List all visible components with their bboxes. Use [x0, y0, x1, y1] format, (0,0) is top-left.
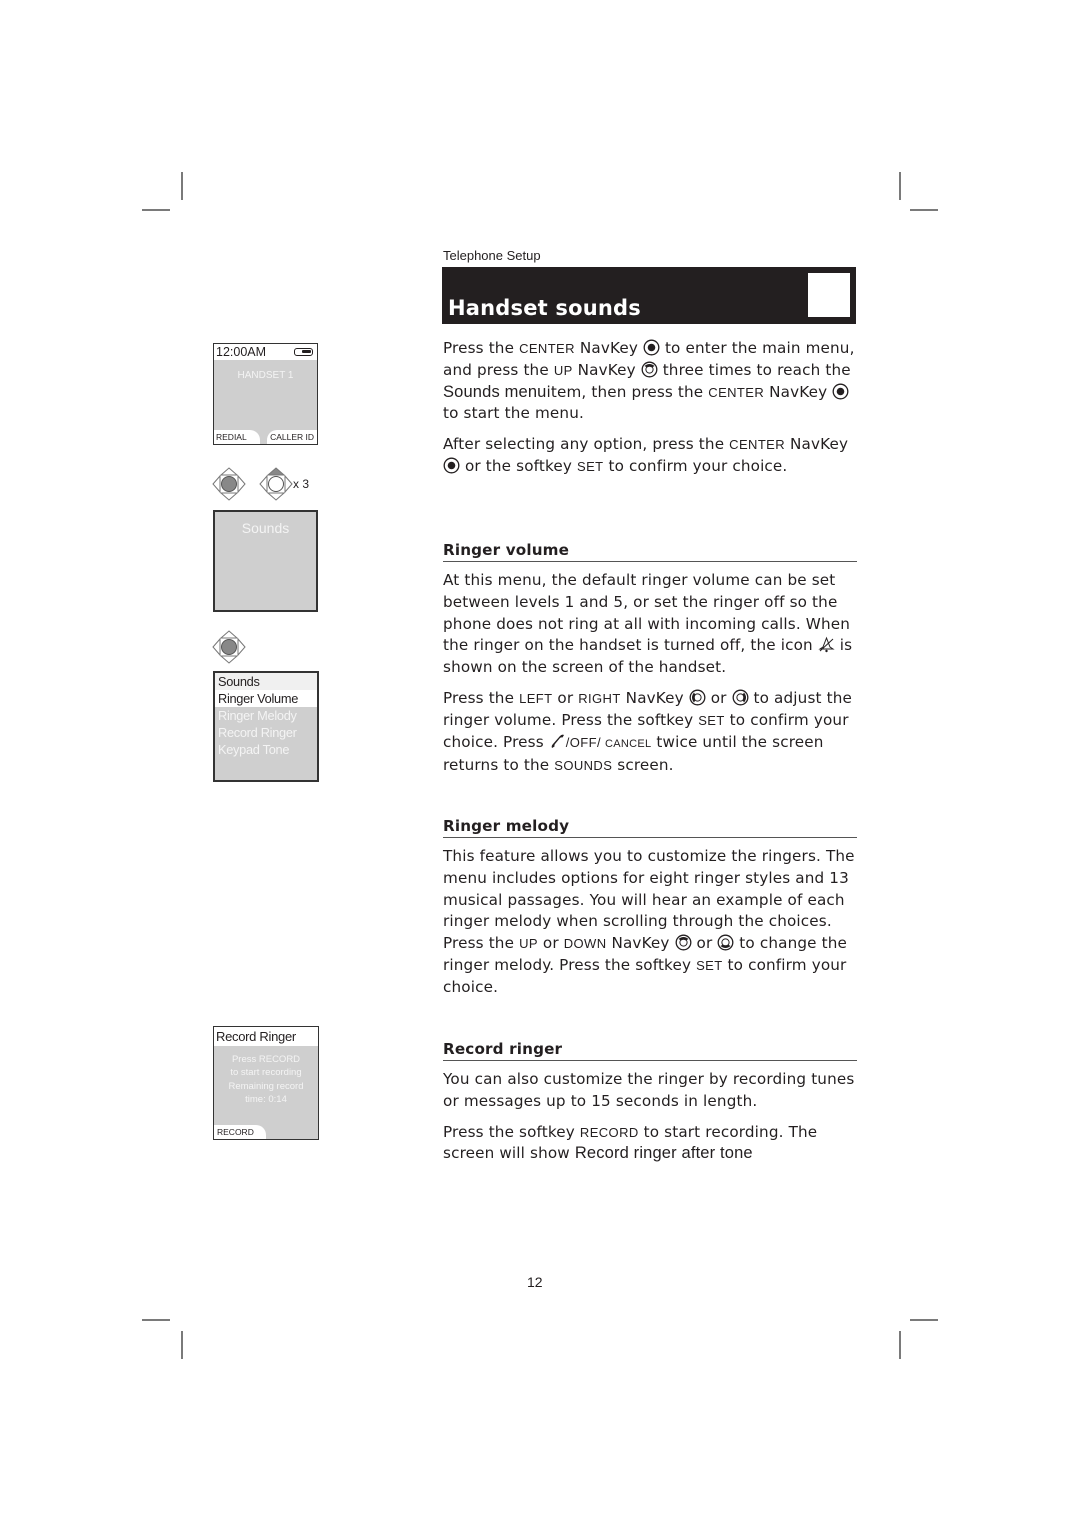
page-title: Handset sounds: [448, 296, 641, 320]
status-bar: 12:00AM: [214, 344, 317, 360]
menu-item-ringer-melody[interactable]: Ringer Melody: [215, 707, 317, 724]
paragraph: You can also customize the ringer by rec…: [443, 1070, 855, 1110]
phone-handset-icon: [551, 734, 564, 748]
record-instructions: Press RECORD to start recording Remainin…: [214, 1053, 318, 1106]
section-ringer-volume: Ringer volume At this menu, the default …: [443, 540, 857, 786]
crop-mark: [910, 1319, 938, 1321]
idle-screen: 12:00AM HANDSET 1 REDIAL CALLER ID: [213, 343, 318, 445]
section-ringer-melody: Ringer melody This feature allows you to…: [443, 816, 857, 1008]
paragraph: At this menu, the default ringer volume …: [443, 571, 853, 677]
navkey-right-icon: [732, 689, 748, 706]
navkey-down-icon: [717, 934, 734, 951]
navkey-center-icon: [643, 339, 660, 356]
menu-item-record-ringer[interactable]: Record Ringer: [215, 724, 317, 741]
page-number: 12: [527, 1274, 543, 1290]
navkey-up-icon: [675, 934, 691, 951]
softkeys: REDIAL CALLER ID: [214, 430, 317, 444]
menu-label: Sounds: [241, 520, 290, 536]
record-line: Remaining record: [228, 1080, 304, 1092]
record-line: Press RECORD: [231, 1054, 301, 1065]
intro-paragraph-2: After selecting any option, press the CE…: [443, 435, 849, 475]
crop-mark: [142, 209, 170, 211]
section-record-ringer: Record ringer You can also customize the…: [443, 1039, 857, 1174]
ringer-off-icon: [818, 637, 835, 653]
chapter-tab-box: [808, 273, 850, 317]
crop-mark: [899, 1331, 901, 1359]
menu-item-ringer-volume[interactable]: Ringer Volume: [215, 690, 317, 707]
list-header: Sounds: [215, 673, 317, 690]
record-time: time: 0:14: [245, 1093, 287, 1105]
navkey-up-icon: [259, 467, 293, 501]
handset-label: HANDSET 1: [237, 370, 294, 381]
section-heading: Record ringer: [443, 1039, 857, 1061]
crop-mark: [181, 1331, 183, 1359]
navkey-center-icon: [212, 467, 246, 501]
navkey-center-icon: [832, 383, 849, 400]
record-ringer-screen: Record Ringer Press RECORD to start reco…: [213, 1026, 319, 1140]
repeat-count: x 3: [293, 477, 310, 491]
intro-paragraph-1: Press the CENTER NavKey to enter the mai…: [443, 339, 855, 423]
menu-item-keypad-tone[interactable]: Keypad Tone: [215, 741, 317, 758]
crop-mark: [899, 172, 901, 200]
running-head: Telephone Setup: [443, 248, 541, 263]
battery-icon: [294, 348, 313, 356]
sounds-menu-screen: Sounds: [213, 510, 318, 612]
navkey-center-icon: [212, 630, 246, 664]
navkey-up-icon: [641, 361, 658, 378]
paragraph: Press the LEFT or RIGHT NavKey or to adj…: [443, 688, 852, 775]
paragraph: This feature allows you to customize the…: [443, 847, 855, 996]
record-line: to start recording: [230, 1067, 302, 1079]
crop-mark: [181, 172, 183, 200]
clock: 12:00AM: [216, 345, 267, 359]
navkey-left-icon: [689, 689, 706, 706]
section-heading: Ringer volume: [443, 540, 857, 562]
intro-text: Press the CENTER NavKey to enter the mai…: [443, 338, 857, 487]
section-heading: Ringer melody: [443, 816, 857, 838]
crop-mark: [910, 209, 938, 211]
section-title-bar: Handset sounds: [442, 267, 856, 324]
paragraph: Press the softkey RECORD to start record…: [443, 1122, 818, 1163]
softkey-record[interactable]: RECORD: [214, 1125, 266, 1139]
navkey-center-icon: [443, 457, 460, 474]
crop-mark: [142, 1319, 170, 1321]
softkey-caller-id[interactable]: CALLER ID: [267, 430, 317, 444]
softkey-redial[interactable]: REDIAL: [214, 430, 260, 444]
screen-header: Record Ringer: [214, 1027, 318, 1046]
sounds-list-screen: Sounds Ringer Volume Ringer Melody Recor…: [213, 671, 319, 782]
